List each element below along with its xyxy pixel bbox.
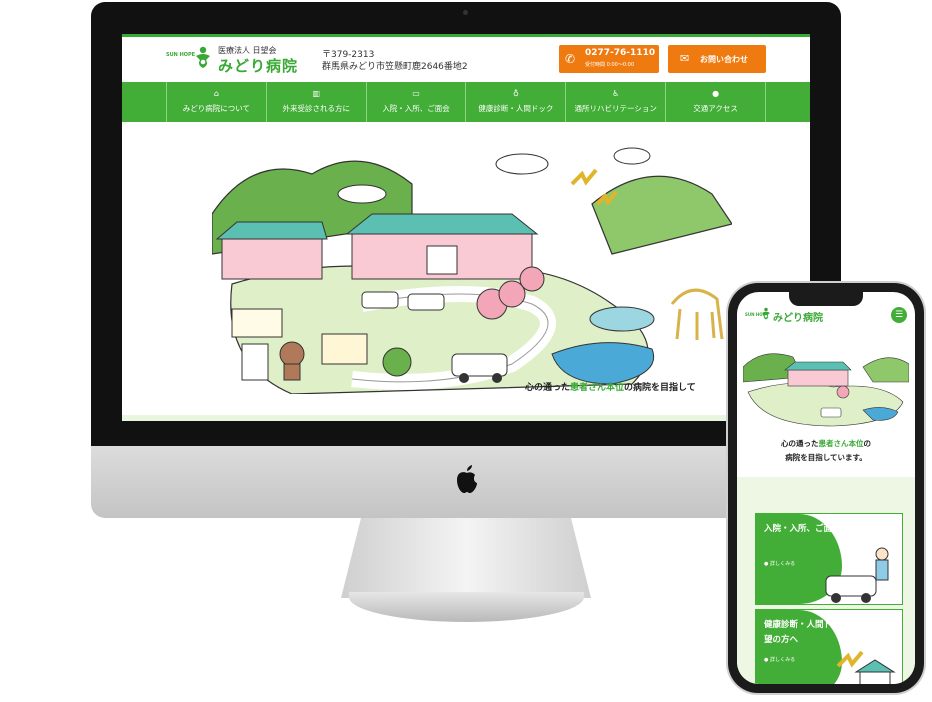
apple-logo-icon — [457, 465, 477, 493]
nav-item-rehabilitation[interactable]: ♿ 通所リハビリテーション — [565, 82, 665, 122]
imac-stand-neck — [341, 518, 591, 598]
catch-highlight: 患者さん本位 — [570, 383, 625, 393]
mobile-catch-line2: 病院を目指しています。 — [785, 453, 867, 462]
logo-mark-icon — [762, 307, 770, 320]
card-bird-illustration — [836, 650, 896, 684]
hero-catchcopy: 心の通った患者さん本位の病院を目指して — [525, 380, 696, 393]
tel-hours: 受付時間 0:00～0:00 — [585, 62, 635, 68]
home-icon: ⌂ — [213, 89, 219, 98]
mobile-hero-illustration — [743, 353, 909, 427]
catch-pre: 心の通った — [781, 439, 819, 448]
logo-hospital-name: みどり病院 — [218, 57, 299, 75]
catch-pre: 心の通った — [525, 383, 571, 393]
wheelchair-icon: ♿ — [612, 89, 620, 98]
tel-number: 0277-76-1110 — [585, 48, 656, 58]
site-header: SUN HOPE 医療法人 日望会 みどり病院 〒379-2313 群馬県みどり… — [122, 34, 810, 85]
card-van-illustration — [825, 547, 889, 603]
contact-button[interactable]: ✉ お問い合わせ — [668, 45, 766, 73]
nav-label: みどり病院について — [182, 104, 251, 113]
card-more-link[interactable]: ● 詳しくみる — [764, 656, 795, 663]
nav-label: 交通アクセス — [693, 104, 738, 113]
nav-label: 通所リハビリテーション — [574, 104, 657, 113]
hero-bottom-band — [122, 415, 810, 421]
address: 群馬県みどり市笠懸町鹿2646番地2 — [322, 62, 468, 72]
camera-icon — [463, 10, 468, 15]
logo-sun-hope: SUN HOPE — [166, 52, 196, 58]
catch-highlight: 患者さん本位 — [818, 439, 864, 448]
nav-label: 入院・入所、ご面会 — [382, 104, 450, 113]
phone-icon: ✆ — [565, 52, 576, 66]
bed-icon: ▭ — [412, 89, 420, 98]
map-pin-icon: ● — [712, 89, 720, 98]
hero-town-illustration — [212, 147, 732, 394]
nav-item-outpatient[interactable]: ▥ 外来受診される方に — [265, 82, 366, 122]
imac-stand-foot — [349, 592, 584, 622]
tel-button[interactable]: ✆ 0277-76-1110 受付時間 0:00～0:00 — [559, 45, 659, 73]
desktop-site: SUN HOPE 医療法人 日望会 みどり病院 〒379-2313 群馬県みどり… — [122, 34, 810, 421]
site-logo[interactable]: SUN HOPE 医療法人 日望会 みどり病院 — [166, 43, 316, 75]
menu-icon[interactable]: ☰ — [891, 307, 907, 323]
mobile-catch-line1: 心の通った患者さん本位の — [737, 438, 915, 449]
nav-label: 健康診断・人間ドック — [478, 104, 554, 113]
catch-post: の — [863, 439, 872, 448]
logo-hospital-name[interactable]: みどり病院 — [773, 309, 823, 324]
mail-icon: ✉ — [680, 52, 690, 65]
card-more-label: 詳しくみる — [769, 561, 796, 567]
phone-notch — [789, 292, 863, 306]
stethoscope-icon: ♁ — [512, 89, 519, 98]
logo-mark-icon — [196, 46, 210, 68]
card-title: 入院・入所、ご面会の方へ — [764, 524, 867, 534]
nav-item-about[interactable]: ⌂ みどり病院について — [166, 82, 266, 122]
contact-label: お問い合わせ — [700, 55, 748, 64]
clinic-icon: ▥ — [312, 89, 321, 98]
card-inpatient[interactable]: 入院・入所、ご面会の方へ ● 詳しくみる — [755, 513, 903, 605]
card-more-label: 詳しくみる — [769, 657, 796, 663]
mobile-card-section: 入院・入所、ご面会の方へ ● 詳しくみる 健康診断・人間ドックをご希望の方へ ●… — [737, 477, 915, 684]
nav-item-access[interactable]: ● 交通アクセス — [665, 82, 766, 122]
nav-item-checkup[interactable]: ♁ 健康診断・人間ドック — [465, 82, 565, 122]
iphone-mockup: SUN HOPE みどり病院 ☰ 心の通った患者さん本位の 病院を目指しています… — [728, 283, 924, 693]
card-health-checkup[interactable]: 健康診断・人間ドックをご希望の方へ ● 詳しくみる — [755, 609, 903, 684]
nav-label: 外来受診される方に — [282, 104, 350, 113]
global-nav: ⌂ みどり病院について ▥ 外来受診される方に ▭ 入院・入所、ご面会 ♁ 健康… — [122, 82, 810, 122]
nav-item-inpatient[interactable]: ▭ 入院・入所、ご面会 — [365, 82, 466, 122]
card-more-link[interactable]: ● 詳しくみる — [764, 560, 795, 567]
catch-post: の病院を目指して — [624, 383, 696, 393]
mobile-site: SUN HOPE みどり病院 ☰ 心の通った患者さん本位の 病院を目指しています… — [737, 292, 915, 684]
